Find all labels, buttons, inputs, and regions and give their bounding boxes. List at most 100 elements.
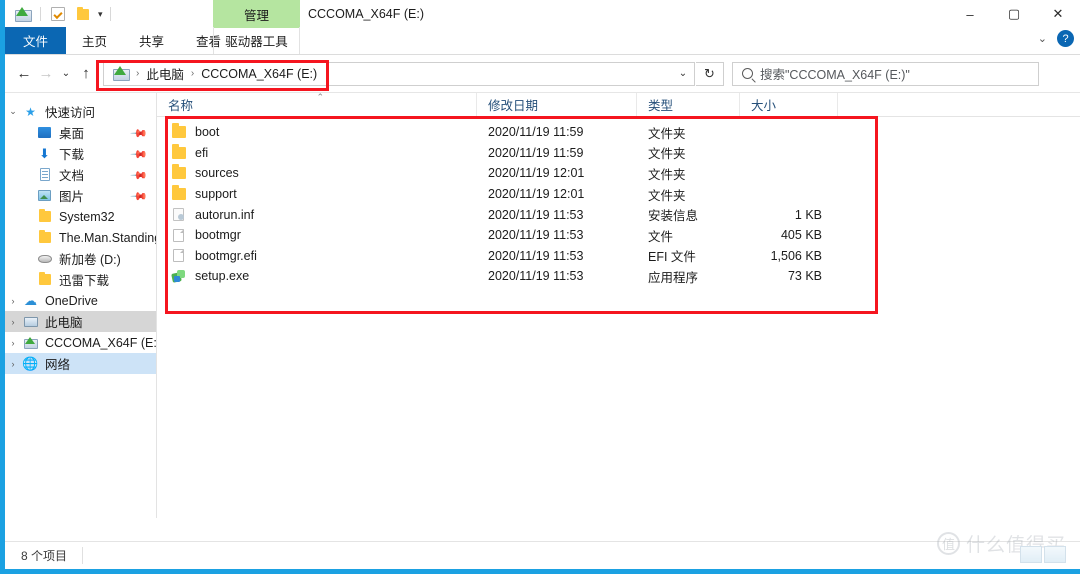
sidebar-item-10[interactable]: › 此电脑	[5, 311, 156, 332]
table-row[interactable]: sources 2020/11/19 12:01 文件夹	[157, 163, 1080, 184]
drive-icon	[13, 4, 33, 24]
back-button[interactable]: ←	[13, 59, 35, 89]
tab-share[interactable]: 共享	[123, 27, 180, 54]
cell-type: 安装信息	[648, 209, 699, 224]
table-row[interactable]: setup.exe 2020/11/19 11:53 应用程序 73 KB	[157, 266, 1080, 287]
cell-size	[740, 143, 838, 164]
search-input[interactable]: 搜索"CCCOMA_X64F (E:)"	[760, 64, 910, 83]
explorer-body: ⌄ ★ 快速访问 桌面 📌 ⬇ 下载 📌 文档 📌 图片 📌 System32 The.Man.Stand…	[5, 92, 1080, 518]
folder-icon	[35, 271, 54, 285]
sidebar-item-label: 文档	[59, 169, 85, 183]
cell-date-modified: 2020/11/19 11:53	[488, 248, 584, 263]
table-row[interactable]: efi 2020/11/19 11:59 文件夹	[157, 143, 1080, 164]
cell-name: sources	[157, 163, 477, 184]
drive-icon	[111, 64, 131, 84]
sidebar-item-12[interactable]: › 🌐 网络	[5, 353, 156, 374]
pin-icon[interactable]: 📌	[130, 124, 149, 143]
search-box[interactable]: 搜索"CCCOMA_X64F (E:)"	[732, 61, 1039, 86]
breadcrumb-this-pc[interactable]: 此电脑	[144, 64, 186, 83]
expander-icon[interactable]: ›	[5, 317, 21, 327]
window-controls: – ▢ ✕	[948, 0, 1080, 28]
divider	[40, 7, 41, 21]
file-list-pane: 名称 ⌃ 修改日期 类型 大小 boot 2020/11/19 11:59 文件夹 e…	[157, 92, 1080, 518]
cell-size: 1 KB	[794, 207, 822, 222]
address-dropdown-icon[interactable]: ⌄	[672, 63, 694, 85]
column-header-size[interactable]: 大小	[740, 92, 838, 117]
expander-icon[interactable]: ›	[5, 296, 21, 306]
pin-icon[interactable]: 📌	[130, 166, 149, 185]
column-header-name-label: 名称	[168, 99, 194, 113]
tab-home[interactable]: 主页	[66, 27, 123, 54]
document-icon	[35, 168, 54, 181]
cell-type: 应用程序	[648, 270, 699, 285]
table-row[interactable]: boot 2020/11/19 11:59 文件夹	[157, 122, 1080, 143]
cell-date-modified: 2020/11/19 11:53	[488, 269, 584, 284]
refresh-button[interactable]: ↻	[696, 61, 724, 86]
recent-locations-button[interactable]: ⌄	[57, 59, 75, 89]
sidebar-item-11[interactable]: › CCCOMA_X64F (E:)	[5, 332, 157, 353]
file-name-label: support	[195, 187, 237, 202]
status-bar: 8 个项目	[5, 541, 1080, 569]
breadcrumb-separator: ›	[190, 68, 195, 79]
cell-name: setup.exe	[157, 266, 477, 287]
sidebar-item-0[interactable]: ⌄ ★ 快速访问	[5, 101, 156, 122]
sidebar-item-9[interactable]: › ☁ OneDrive	[5, 290, 156, 311]
column-header-type[interactable]: 类型	[637, 92, 740, 117]
contextual-tab-header-manage[interactable]: 管理	[213, 0, 300, 28]
breadcrumb-drive[interactable]: CCCOMA_X64F (E:)	[199, 67, 319, 81]
sidebar-item-label: CCCOMA_X64F (E:)	[45, 335, 157, 350]
sidebar-item-8[interactable]: 迅雷下载	[5, 269, 156, 290]
table-row[interactable]: support 2020/11/19 12:01 文件夹	[157, 184, 1080, 205]
cell-type: 文件夹	[648, 147, 686, 162]
up-button[interactable]: ↑	[75, 59, 97, 89]
cell-date-modified: 2020/11/19 11:53	[488, 207, 584, 222]
file-name-label: autorun.inf	[195, 207, 255, 222]
file-explorer-window: ▾ 管理 CCCOMA_X64F (E:) – ▢ ✕ 文件 主页 共享 查看 …	[0, 0, 1080, 574]
sidebar-item-label: 新加卷 (D:)	[59, 253, 121, 267]
divider	[109, 7, 111, 21]
expander-icon[interactable]: ⌄	[5, 106, 21, 117]
minimize-button[interactable]: –	[948, 0, 992, 28]
column-header-name[interactable]: 名称 ⌃	[157, 92, 477, 117]
cloud-icon: ☁	[24, 293, 37, 308]
table-row[interactable]: bootmgr.efi 2020/11/19 11:53 EFI 文件 1,506 K…	[157, 246, 1080, 267]
file-name-label: sources	[195, 166, 239, 181]
tab-drive-tools[interactable]: 驱动器工具	[213, 27, 300, 54]
sidebar-item-5[interactable]: System32	[5, 206, 156, 227]
pin-icon[interactable]: 📌	[130, 145, 149, 164]
chevron-down-icon[interactable]: ⌄	[1038, 32, 1047, 45]
this-pc-icon	[21, 316, 40, 327]
column-header-spacer	[838, 93, 918, 117]
tab-file[interactable]: 文件	[5, 27, 67, 54]
sidebar-item-6[interactable]: The.Man.Standing	[5, 227, 156, 248]
close-button[interactable]: ✕	[1036, 0, 1080, 28]
forward-button[interactable]: →	[35, 59, 57, 89]
sidebar-item-3[interactable]: 文档 📌	[5, 164, 156, 185]
column-header-row: 名称 ⌃ 修改日期 类型 大小	[157, 92, 1080, 117]
sidebar-item-4[interactable]: 图片 📌	[5, 185, 156, 206]
column-header-date[interactable]: 修改日期	[477, 92, 637, 117]
table-row[interactable]: autorun.inf 2020/11/19 11:53 安装信息 1 KB	[157, 204, 1080, 225]
address-bar[interactable]: › 此电脑 › CCCOMA_X64F (E:) ⌄	[103, 61, 695, 86]
sidebar-item-7[interactable]: 新加卷 (D:)	[5, 248, 156, 269]
expander-icon[interactable]: ›	[5, 359, 21, 369]
chevron-down-icon[interactable]: ▾	[98, 9, 103, 19]
cell-type: 文件	[648, 229, 674, 244]
cell-size: 405 KB	[780, 228, 822, 243]
maximize-button[interactable]: ▢	[992, 0, 1036, 28]
cell-date-modified: 2020/11/19 12:01	[488, 187, 585, 202]
sidebar-item-2[interactable]: ⬇ 下载 📌	[5, 143, 156, 164]
expander-icon[interactable]: ›	[5, 338, 21, 348]
cell-size	[740, 122, 838, 143]
table-row[interactable]: bootmgr 2020/11/19 11:53 文件 405 KB	[157, 225, 1080, 246]
file-name-label: bootmgr.efi	[195, 248, 257, 263]
properties-checkmark-icon[interactable]	[48, 4, 68, 24]
cell-name: bootmgr	[157, 225, 477, 246]
help-icon[interactable]: ?	[1057, 30, 1074, 47]
file-name-label: boot	[195, 125, 220, 140]
pin-icon[interactable]: 📌	[130, 187, 149, 206]
sidebar-item-1[interactable]: 桌面 📌	[5, 122, 156, 143]
new-folder-icon[interactable]	[73, 4, 93, 24]
cell-type: 文件夹	[648, 188, 686, 203]
cell-date-modified: 2020/11/19 11:59	[488, 145, 584, 160]
